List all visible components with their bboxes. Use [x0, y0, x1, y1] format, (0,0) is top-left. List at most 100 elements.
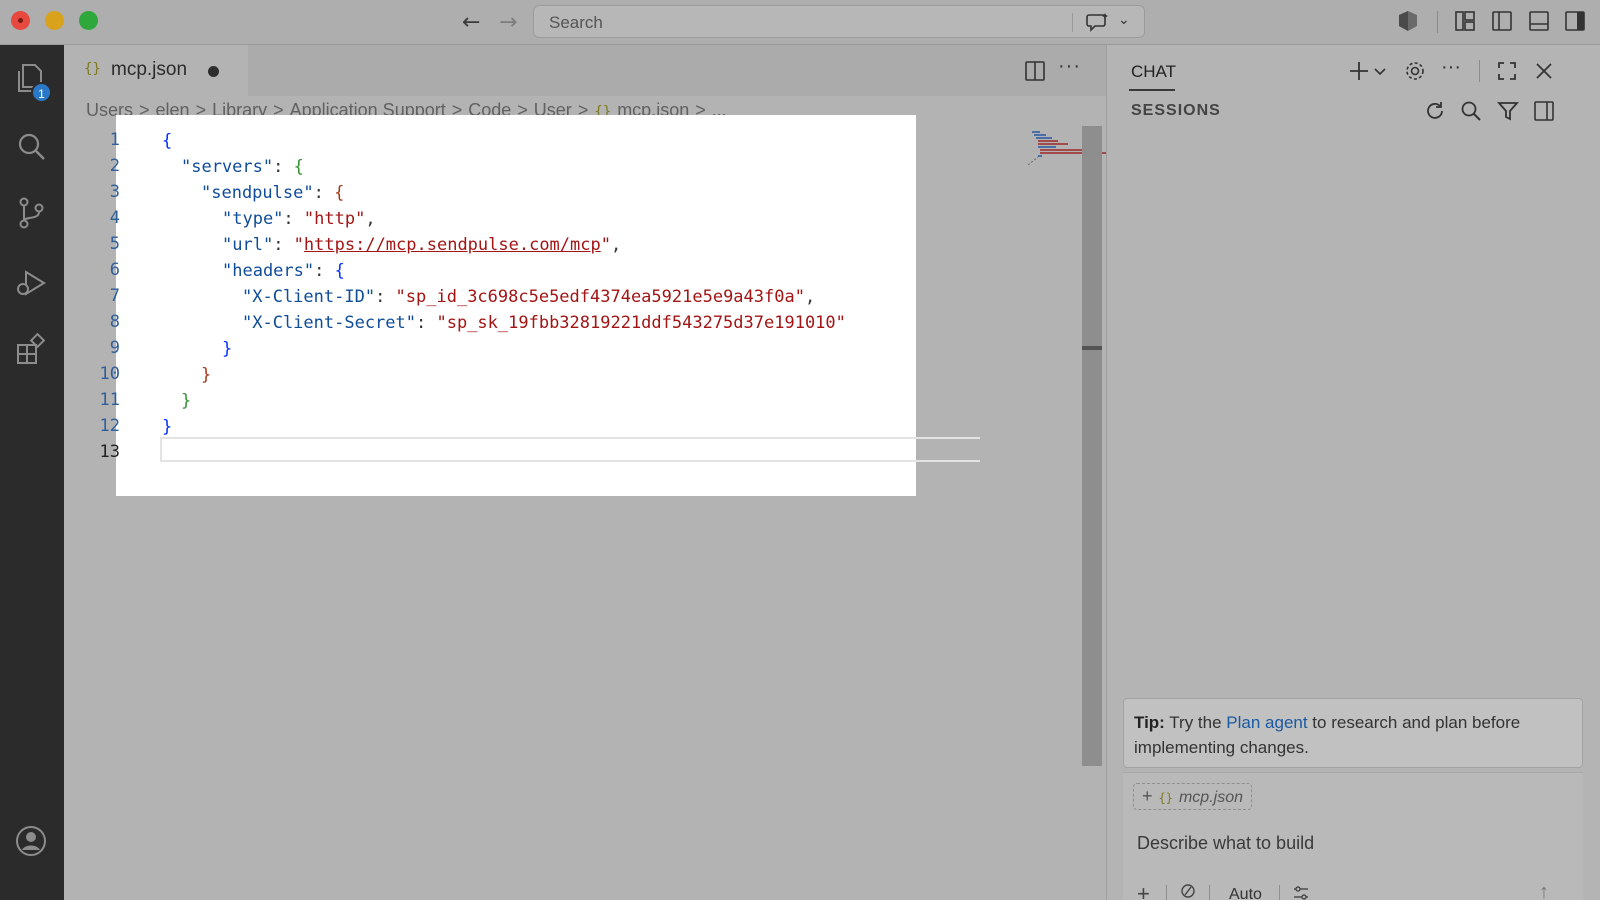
code-line: "sendpulse": {: [201, 183, 345, 203]
source-control-icon[interactable]: [14, 196, 48, 230]
search-placeholder: Search: [549, 13, 603, 32]
forward-arrow-icon[interactable]: →: [499, 10, 517, 35]
line-number: 1: [109, 130, 120, 150]
chat-panel: CHAT ··· SESSIONS Tip: Try the Plan agen…: [1106, 45, 1600, 900]
tab-label: mcp.json: [111, 59, 188, 80]
json-string: "http": [303, 209, 366, 229]
customize-layout-icon[interactable]: [1453, 9, 1477, 33]
json-key: "sendpulse": [201, 183, 314, 203]
scrollbar-position-marker: [1082, 346, 1102, 350]
line-number: 5: [109, 234, 120, 254]
more-actions-icon[interactable]: ···: [1441, 56, 1461, 79]
code-line: "headers": {: [222, 261, 345, 281]
split-editor-icon[interactable]: [1024, 60, 1046, 82]
line-number: 10: [99, 364, 120, 384]
maximize-icon[interactable]: [1495, 59, 1519, 83]
tip-label: Tip:: [1134, 713, 1165, 732]
refresh-icon[interactable]: [1423, 99, 1447, 123]
back-arrow-icon[interactable]: ←: [462, 10, 480, 35]
code-line: "X-Client-ID": "sp_id_3c698c5e5edf4374ea…: [242, 287, 816, 307]
command-center-search[interactable]: Search ⌄: [533, 5, 1145, 38]
chat-input-placeholder[interactable]: Describe what to build: [1137, 833, 1314, 854]
code-line: }: [201, 365, 212, 385]
json-key: "type": [222, 209, 284, 229]
tip-box: Tip: Try the Plan agent to research and …: [1123, 698, 1583, 768]
add-context-button[interactable]: +: [1137, 881, 1150, 900]
json-key: "X-Client-Secret": [242, 313, 416, 333]
minimize-window-button[interactable]: [45, 11, 64, 30]
divider: [1479, 60, 1480, 82]
divider: [1437, 11, 1438, 33]
accounts-icon[interactable]: [14, 824, 48, 858]
accounts-shield-icon[interactable]: [1396, 9, 1420, 33]
line-number: 4: [109, 208, 120, 228]
code-line: }: [162, 417, 173, 437]
line-number: 3: [109, 182, 120, 202]
code-line: }: [181, 391, 192, 411]
explorer-badge: 1: [31, 82, 52, 103]
toggle-sessions-sidebar-icon[interactable]: [1532, 99, 1556, 123]
close-icon[interactable]: [1532, 59, 1556, 83]
divider: [1072, 13, 1073, 32]
divider: [1209, 885, 1210, 900]
line-number: 7: [109, 286, 120, 306]
toggle-panel-icon[interactable]: [1527, 9, 1551, 33]
line-number: 6: [109, 260, 120, 280]
context-file-chip[interactable]: + {} mcp.json: [1133, 783, 1252, 810]
sessions-title: SESSIONS: [1131, 102, 1221, 119]
divider: [1166, 885, 1167, 900]
json-file-icon: {}: [84, 61, 101, 77]
send-button[interactable]: ↑: [1539, 881, 1549, 900]
url-link[interactable]: https://mcp.sendpulse.com/mcp: [304, 235, 601, 255]
line-number: 9: [109, 338, 120, 358]
unsaved-dot-icon[interactable]: [208, 66, 219, 77]
code-line: "type": "http",: [222, 209, 376, 229]
active-tab-indicator: [1129, 89, 1175, 91]
search-icon[interactable]: [14, 129, 48, 163]
toggle-secondary-sidebar-icon[interactable]: [1563, 9, 1587, 33]
line-number: 12: [99, 416, 120, 436]
close-window-button[interactable]: [11, 11, 30, 30]
current-line-highlight: [160, 437, 980, 462]
line-number: 8: [109, 312, 120, 332]
extensions-icon[interactable]: [14, 333, 48, 367]
line-number: 2: [109, 156, 120, 176]
chip-label: mcp.json: [1178, 789, 1243, 806]
chat-sparkle-icon[interactable]: [1086, 12, 1110, 32]
code-line: {: [162, 131, 173, 151]
search-icon[interactable]: [1459, 99, 1483, 123]
maximize-window-button[interactable]: [79, 11, 98, 30]
line-number-current: 13: [99, 442, 120, 462]
chat-title[interactable]: CHAT: [1131, 62, 1176, 82]
chevron-down-icon[interactable]: ⌄: [1118, 11, 1130, 28]
tab-mcp-json[interactable]: {} mcp.json: [64, 45, 248, 96]
plus-icon: +: [1142, 786, 1153, 806]
code-line: "X-Client-Secret": "sp_sk_19fbb32819221d…: [242, 313, 846, 333]
vertical-scrollbar[interactable]: [1082, 126, 1102, 766]
tools-settings-icon[interactable]: [1292, 884, 1310, 900]
json-file-icon: {}: [1158, 791, 1173, 805]
toggle-primary-sidebar-icon[interactable]: [1490, 9, 1514, 33]
model-picker[interactable]: Auto: [1229, 886, 1262, 900]
filter-icon[interactable]: [1496, 99, 1520, 123]
editor-tabs: {} mcp.json ···: [64, 45, 1106, 96]
more-actions-icon[interactable]: ···: [1058, 55, 1081, 78]
agent-mode-icon[interactable]: [1180, 883, 1196, 899]
json-string: "sp_sk_19fbb32819221ddf543275d37e191010": [436, 313, 846, 333]
activity-bar: 1: [0, 45, 64, 900]
chat-input-box[interactable]: + {} mcp.json Describe what to build + Aut…: [1123, 772, 1583, 900]
plan-agent-link[interactable]: Plan agent: [1226, 713, 1307, 732]
json-key: "X-Client-ID": [242, 287, 376, 307]
code-line: "servers": {: [181, 157, 304, 177]
new-chat-plus-icon[interactable]: [1347, 59, 1371, 83]
json-key: "headers": [222, 261, 315, 281]
json-key: "url": [222, 235, 274, 255]
gear-icon[interactable]: [1403, 59, 1427, 83]
run-debug-icon[interactable]: [14, 266, 48, 300]
code-line: "url": "https://mcp.sendpulse.com/mcp",: [222, 235, 622, 255]
chevron-down-icon[interactable]: [1372, 61, 1388, 81]
json-key: "servers": [181, 157, 274, 177]
tip-text: Try the: [1164, 713, 1227, 732]
title-bar: ← → Search ⌄: [0, 0, 1600, 45]
chat-input-toolbar: + Auto ↑: [1133, 881, 1573, 900]
